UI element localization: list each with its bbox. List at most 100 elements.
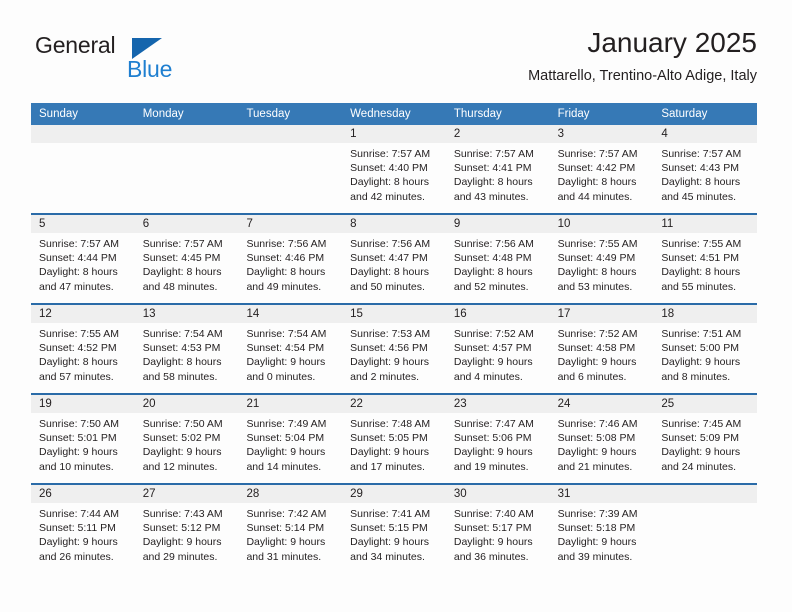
calendar-week-row: 12 Sunrise: 7:55 AM Sunset: 4:52 PM Dayligh… — [31, 303, 758, 393]
day-number — [31, 125, 135, 143]
day-detail-line: Daylight: 9 hours — [557, 536, 637, 549]
day-detail-line: Daylight: 8 hours — [557, 266, 637, 279]
day-cell-10[interactable]: 10 Sunrise: 7:55 AM Sunset: 4:49 PM Dayligh… — [549, 215, 654, 303]
day-detail-line: Sunrise: 7:40 AM — [453, 508, 534, 520]
day-details: Sunrise: 7:56 AM Sunset: 4:47 PM Daylight:… — [342, 233, 446, 294]
day-details: Sunrise: 7:56 AM Sunset: 4:48 PM Daylight:… — [446, 233, 550, 294]
day-detail-line: Sunrise: 7:49 AM — [246, 418, 327, 430]
day-detail-line: and 4 minutes. — [453, 370, 523, 383]
day-detail-line: Sunrise: 7:53 AM — [350, 328, 431, 340]
day-cell-9[interactable]: 9 Sunrise: 7:56 AM Sunset: 4:48 PM Daylight… — [445, 215, 550, 303]
day-detail-line: Sunset: 4:54 PM — [246, 342, 325, 355]
day-cell-13[interactable]: 13 Sunrise: 7:54 AM Sunset: 4:53 PM Dayligh… — [134, 305, 239, 393]
day-cell-20[interactable]: 20 Sunrise: 7:50 AM Sunset: 5:02 PM Dayligh… — [134, 395, 239, 483]
page-title: January 2025 — [587, 27, 757, 58]
day-detail-line: Sunset: 5:17 PM — [453, 522, 532, 535]
weekday-header-sunday: Sunday — [39, 108, 79, 120]
day-detail-line: Sunset: 4:45 PM — [142, 252, 221, 265]
day-detail-line: Sunset: 5:01 PM — [39, 432, 117, 445]
day-detail-line: Sunrise: 7:48 AM — [350, 418, 431, 430]
day-detail-line: Sunrise: 7:41 AM — [350, 508, 431, 520]
day-number: 10 — [549, 215, 654, 233]
day-cell-15[interactable]: 15 Sunrise: 7:53 AM Sunset: 4:56 PM Dayligh… — [342, 305, 446, 393]
day-detail-line: Daylight: 9 hours — [350, 446, 429, 459]
day-detail-line: Sunrise: 7:57 AM — [661, 148, 742, 160]
day-cell-22[interactable]: 22 Sunrise: 7:48 AM Sunset: 5:05 PM Dayligh… — [342, 395, 446, 483]
day-cell-29[interactable]: 29 Sunrise: 7:41 AM Sunset: 5:15 PM Dayligh… — [342, 485, 446, 573]
day-cell-24[interactable]: 24 Sunrise: 7:46 AM Sunset: 5:08 PM Dayligh… — [549, 395, 654, 483]
day-cell-27[interactable]: 27 Sunrise: 7:43 AM Sunset: 5:12 PM Dayligh… — [134, 485, 239, 573]
day-detail-line: Sunset: 4:58 PM — [557, 342, 636, 355]
day-number: 17 — [549, 305, 654, 323]
day-detail-line: and 19 minutes. — [453, 460, 529, 473]
day-detail-line: Daylight: 8 hours — [142, 266, 222, 279]
day-detail-line: and 53 minutes. — [557, 280, 633, 293]
day-cell-7[interactable]: 7 Sunrise: 7:56 AM Sunset: 4:46 PM Daylight… — [238, 215, 343, 303]
page-subtitle: Mattarello, Trentino-Alto Adige, Italy — [528, 68, 757, 84]
day-cell-21[interactable]: 21 Sunrise: 7:49 AM Sunset: 5:04 PM Dayligh… — [238, 395, 343, 483]
day-cell-23[interactable]: 23 Sunrise: 7:47 AM Sunset: 5:06 PM Dayligh… — [445, 395, 550, 483]
day-detail-line: and 0 minutes. — [246, 370, 316, 383]
day-cell-30[interactable]: 30 Sunrise: 7:40 AM Sunset: 5:17 PM Dayligh… — [445, 485, 550, 573]
general-blue-logo[interactable]: General Blue — [35, 30, 235, 88]
day-cell-5[interactable]: 5 Sunrise: 7:57 AM Sunset: 4:44 PM Daylight… — [31, 215, 135, 303]
day-cell-8[interactable]: 8 Sunrise: 7:56 AM Sunset: 4:47 PM Daylight… — [342, 215, 446, 303]
day-detail-line: Sunrise: 7:56 AM — [350, 238, 431, 250]
day-cell-16[interactable]: 16 Sunrise: 7:52 AM Sunset: 4:57 PM Dayligh… — [445, 305, 550, 393]
calendar-week-row: 1 Sunrise: 7:57 AM Sunset: 4:40 PM Daylight… — [31, 125, 758, 213]
day-detail-line: Sunset: 5:05 PM — [350, 432, 428, 445]
day-details: Sunrise: 7:50 AM Sunset: 5:01 PM Daylight:… — [31, 413, 135, 474]
day-detail-line: Sunset: 4:47 PM — [350, 252, 428, 265]
day-cell-3[interactable]: 3 Sunrise: 7:57 AM Sunset: 4:42 PM Daylight… — [549, 125, 654, 213]
day-details: Sunrise: 7:55 AM Sunset: 4:52 PM Daylight:… — [31, 323, 135, 384]
day-detail-line: Sunrise: 7:57 AM — [39, 238, 119, 250]
day-detail-line: Daylight: 9 hours — [557, 446, 637, 459]
day-details: Sunrise: 7:57 AM Sunset: 4:40 PM Daylight:… — [342, 143, 446, 204]
day-number: 14 — [238, 305, 343, 323]
day-detail-line: and 49 minutes. — [246, 280, 322, 293]
day-number: 13 — [134, 305, 239, 323]
day-detail-line: and 42 minutes. — [350, 190, 425, 203]
day-details: Sunrise: 7:40 AM Sunset: 5:17 PM Daylight:… — [446, 503, 550, 564]
day-detail-line: Daylight: 9 hours — [350, 536, 429, 549]
day-number: 5 — [31, 215, 135, 233]
day-cell-11[interactable]: 11 Sunrise: 7:55 AM Sunset: 4:51 PM Dayligh… — [653, 215, 758, 303]
day-number: 22 — [342, 395, 446, 413]
day-cell-18[interactable]: 18 Sunrise: 7:51 AM Sunset: 5:00 PM Dayligh… — [653, 305, 758, 393]
day-cell-28[interactable]: 28 Sunrise: 7:42 AM Sunset: 5:14 PM Dayligh… — [238, 485, 343, 573]
day-cell-6[interactable]: 6 Sunrise: 7:57 AM Sunset: 4:45 PM Daylight… — [134, 215, 239, 303]
day-details: Sunrise: 7:48 AM Sunset: 5:05 PM Daylight:… — [342, 413, 446, 474]
page-header: General Blue January 2025 Mattarello, Tr… — [35, 27, 757, 92]
day-cell-2[interactable]: 2 Sunrise: 7:57 AM Sunset: 4:41 PM Daylight… — [445, 125, 550, 213]
day-detail-line: and 10 minutes. — [39, 460, 114, 473]
day-number: 3 — [549, 125, 654, 143]
day-cell-1[interactable]: 1 Sunrise: 7:57 AM Sunset: 4:40 PM Daylight… — [342, 125, 446, 213]
day-detail-line: Sunset: 5:06 PM — [453, 432, 532, 445]
day-cell-12[interactable]: 12 Sunrise: 7:55 AM Sunset: 4:52 PM Dayligh… — [31, 305, 135, 393]
day-number — [238, 125, 343, 143]
day-number: 21 — [238, 395, 343, 413]
weekday-header-monday: Monday — [142, 108, 184, 120]
weekday-header-saturday: Saturday — [661, 108, 708, 120]
day-detail-line: Sunrise: 7:47 AM — [453, 418, 534, 430]
day-number — [134, 125, 239, 143]
day-detail-line: Sunset: 4:44 PM — [39, 252, 117, 265]
day-cell-14[interactable]: 14 Sunrise: 7:54 AM Sunset: 4:54 PM Dayligh… — [238, 305, 343, 393]
day-detail-line: Sunset: 4:46 PM — [246, 252, 325, 265]
day-cell-17[interactable]: 17 Sunrise: 7:52 AM Sunset: 4:58 PM Dayligh… — [549, 305, 654, 393]
day-cell-4[interactable]: 4 Sunrise: 7:57 AM Sunset: 4:43 PM Daylight… — [653, 125, 758, 213]
day-detail-line: and 14 minutes. — [246, 460, 322, 473]
day-cell-19[interactable]: 19 Sunrise: 7:50 AM Sunset: 5:01 PM Dayligh… — [31, 395, 135, 483]
day-number: 20 — [134, 395, 239, 413]
day-number: 2 — [445, 125, 550, 143]
day-detail-line: Daylight: 9 hours — [39, 536, 118, 549]
day-number: 7 — [238, 215, 343, 233]
day-detail-line: Daylight: 9 hours — [661, 356, 741, 369]
logo-text-general: General — [35, 32, 116, 58]
day-cell-26[interactable]: 26 Sunrise: 7:44 AM Sunset: 5:11 PM Dayligh… — [31, 485, 135, 573]
day-cell-25[interactable]: 25 Sunrise: 7:45 AM Sunset: 5:09 PM Dayligh… — [653, 395, 758, 483]
day-details — [653, 503, 757, 507]
day-number: 6 — [134, 215, 239, 233]
day-cell-31[interactable]: 31 Sunrise: 7:39 AM Sunset: 5:18 PM Dayligh… — [549, 485, 654, 573]
day-details: Sunrise: 7:56 AM Sunset: 4:46 PM Daylight:… — [238, 233, 342, 294]
